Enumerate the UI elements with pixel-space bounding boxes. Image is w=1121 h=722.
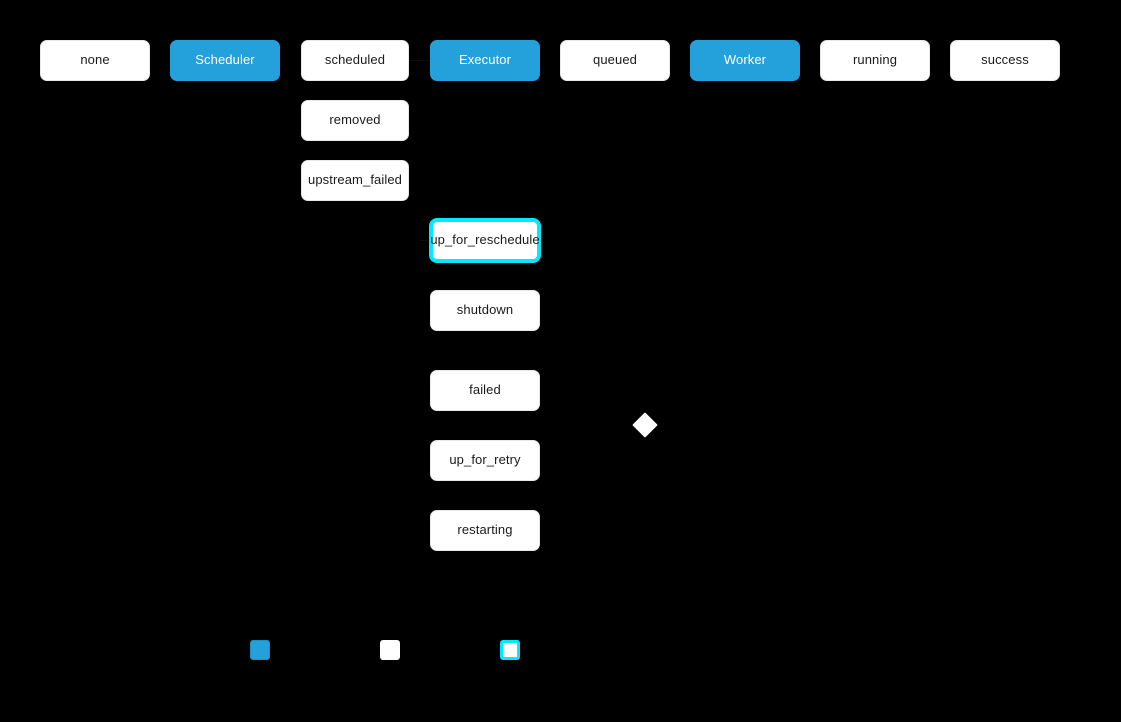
node-label: success: [981, 52, 1029, 68]
node-restarting[interactable]: restarting: [430, 510, 540, 551]
node-label: none: [80, 52, 110, 68]
node-executor[interactable]: Executor: [430, 40, 540, 81]
node-up_for_retry[interactable]: up_for_retry: [430, 440, 540, 481]
node-queued[interactable]: queued: [560, 40, 670, 81]
node-success[interactable]: success: [950, 40, 1060, 81]
node-label: Scheduler: [195, 52, 255, 68]
node-label: Worker: [723, 52, 767, 68]
node-label: shutdown: [456, 302, 514, 318]
node-label: up_for_reschedule: [430, 232, 540, 248]
node-label: removed: [329, 112, 381, 128]
node-scheduled[interactable]: scheduled: [301, 40, 409, 81]
node-label: restarting: [457, 522, 513, 538]
node-failed[interactable]: failed: [430, 370, 540, 411]
node-shutdown[interactable]: shutdown: [430, 290, 540, 331]
node-label: up_for_retry: [449, 452, 521, 468]
diamond-marker: [632, 412, 658, 438]
legend-highlight-swatch[interactable]: [500, 640, 520, 660]
node-up_for_reschedule[interactable]: up_for_reschedule: [430, 219, 540, 262]
node-label: Executor: [458, 52, 512, 68]
node-label: failed: [469, 382, 501, 398]
node-scheduler[interactable]: Scheduler: [170, 40, 280, 81]
node-running[interactable]: running: [820, 40, 930, 81]
node-upstream_failed[interactable]: upstream_failed: [301, 160, 409, 201]
legend-state-swatch[interactable]: [380, 640, 400, 660]
node-label: running: [852, 52, 898, 68]
node-none[interactable]: none: [40, 40, 150, 81]
edge-connector: [409, 60, 430, 61]
legend-actor-swatch[interactable]: [250, 640, 270, 660]
diagram-canvas: none Scheduler scheduled Executor queued Work…: [0, 0, 1121, 722]
node-worker[interactable]: Worker: [690, 40, 800, 81]
node-label: queued: [593, 52, 637, 68]
node-removed[interactable]: removed: [301, 100, 409, 141]
node-label: upstream_failed: [308, 172, 402, 188]
node-label: scheduled: [324, 52, 386, 68]
